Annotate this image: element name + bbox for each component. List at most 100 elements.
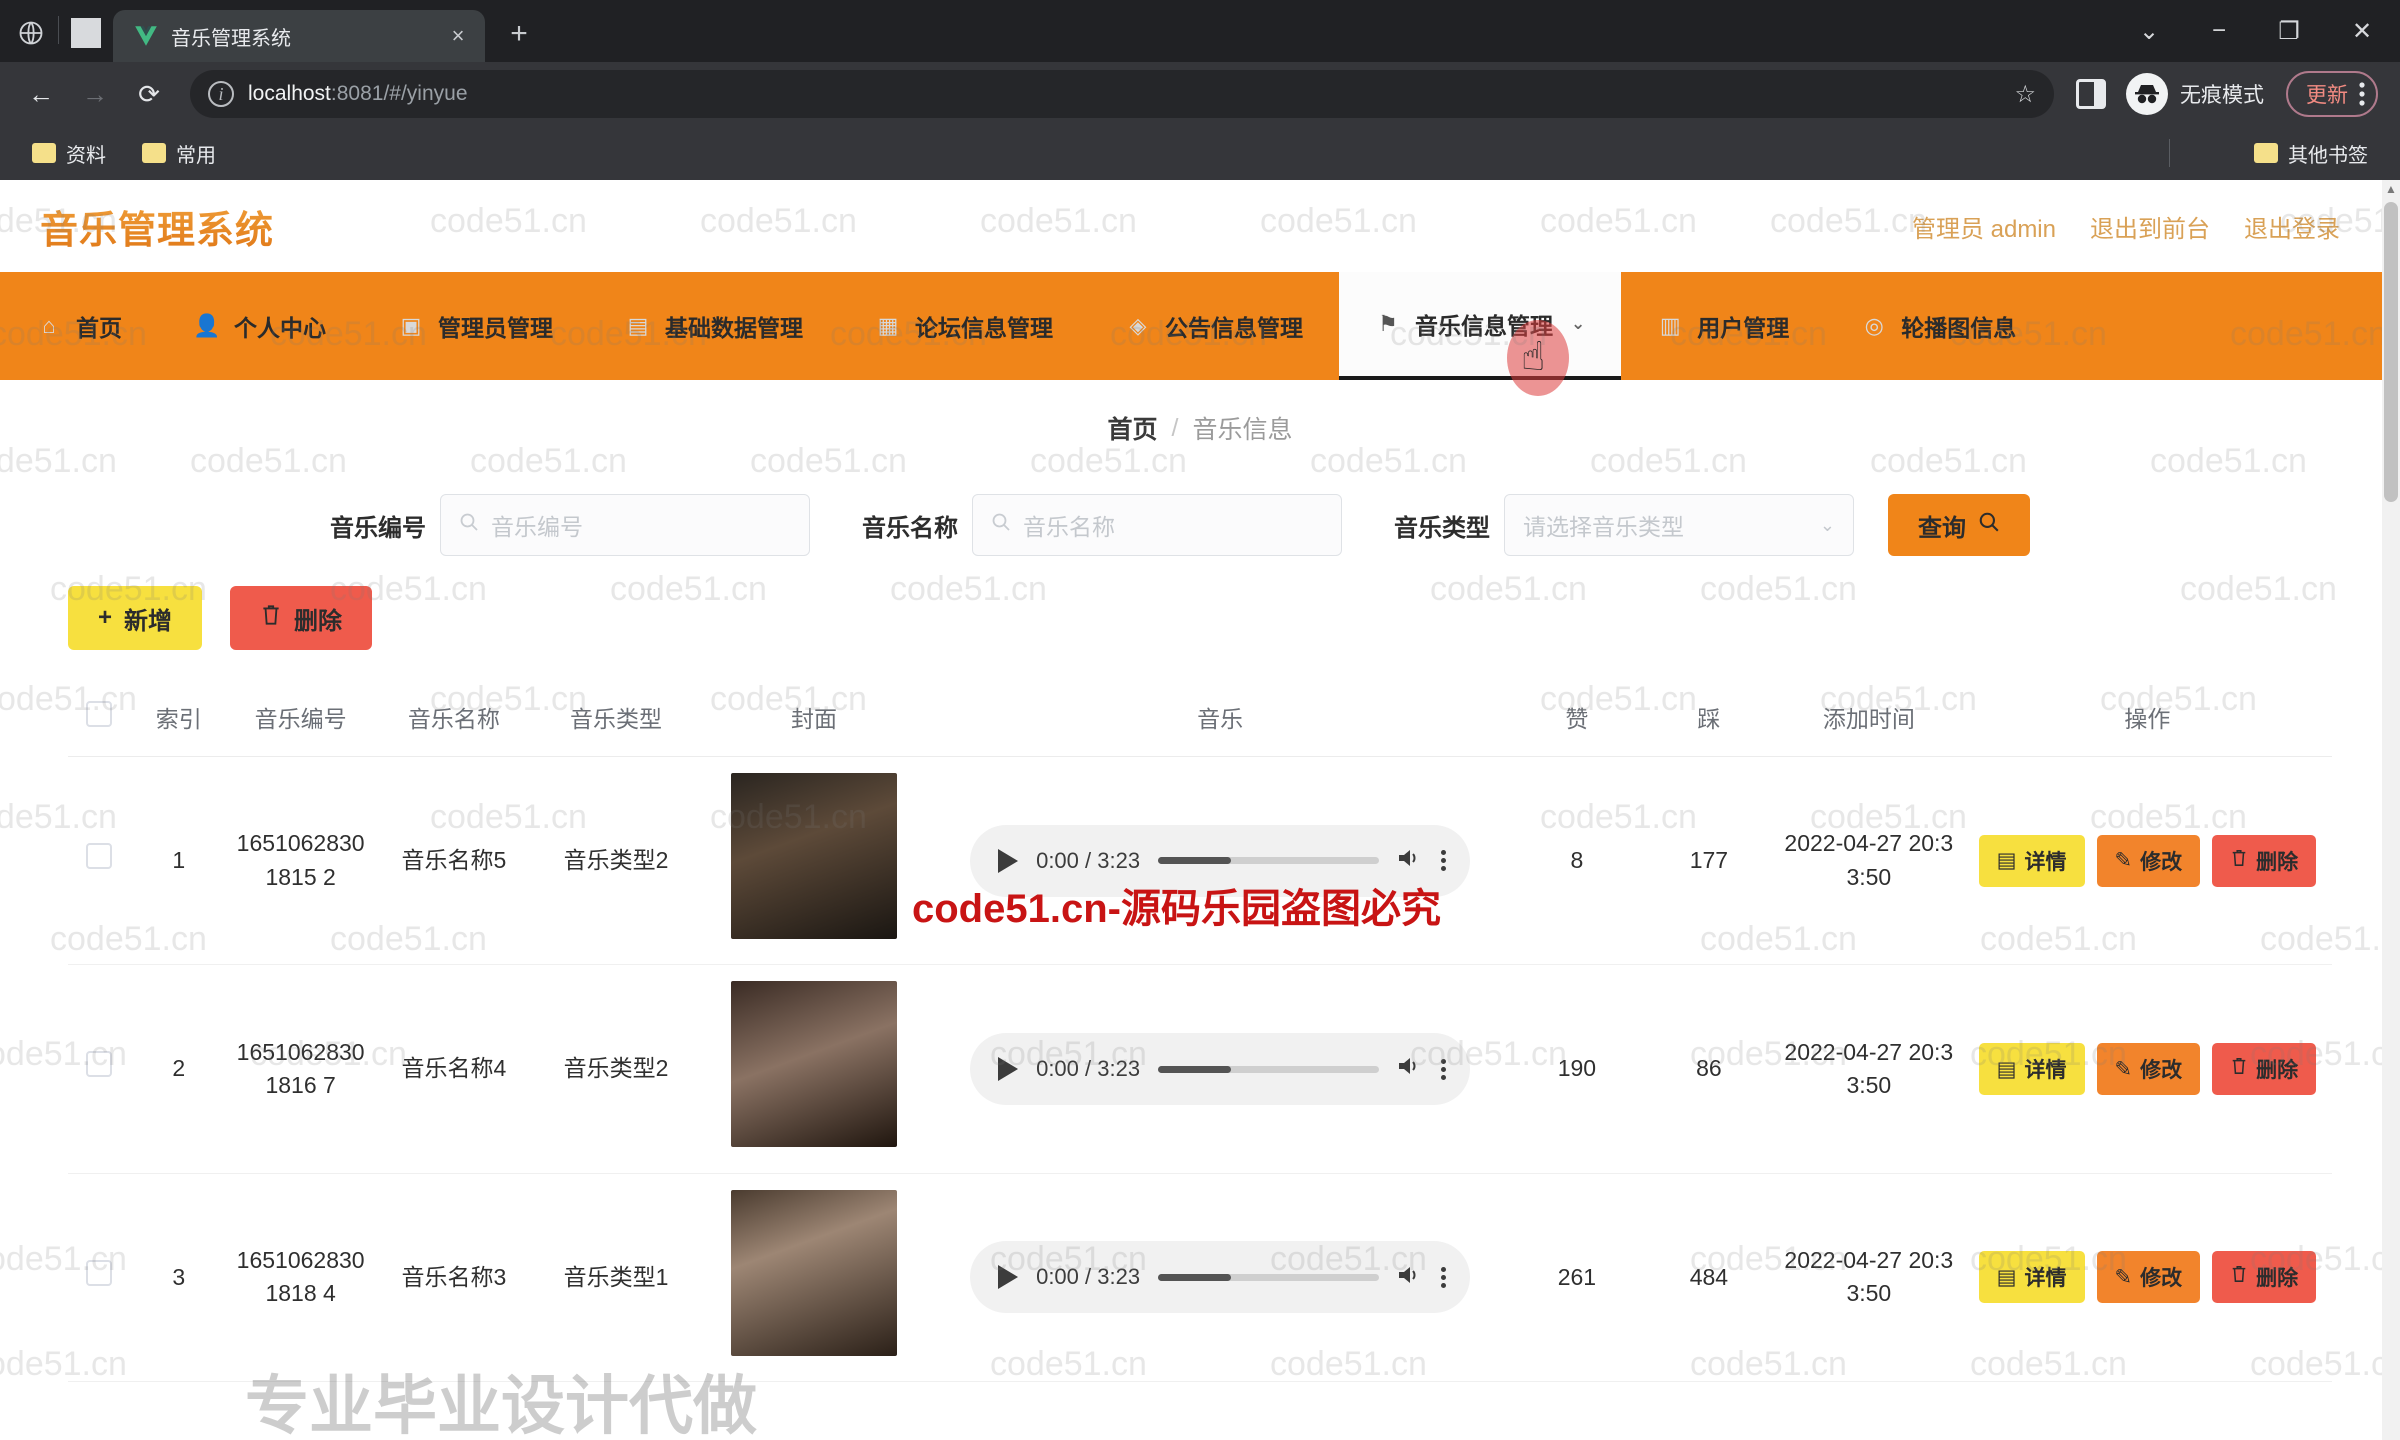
scroll-up-icon[interactable]: ▲ [2382, 180, 2400, 198]
add-button[interactable]: + 新增 [68, 586, 203, 650]
edit-button[interactable]: ✎ 修改 [2096, 1043, 2201, 1096]
nav-item-forum-management[interactable]: ▦ 论坛信息管理 [839, 272, 1089, 380]
audio-player[interactable]: 0:00 / 3:23 [970, 1241, 1471, 1314]
table-row[interactable]: 1 16510628301815 2 音乐名称5 音乐类型2 0:00 / 3:… [68, 756, 2332, 966]
bookmark-item-1[interactable]: 常用 [128, 133, 230, 174]
select-all-header[interactable] [68, 678, 131, 757]
edit-button[interactable]: ✎ 修改 [2096, 834, 2201, 887]
nav-item-music-management[interactable]: ⚑ 音乐信息管理 ⌄ ☝ [1339, 272, 1622, 396]
window-controls: ⌄ − ❐ ✕ [2114, 0, 2400, 62]
search-filter-bar: 音乐编号 音乐编号 音乐名称 音乐名称 音乐类型 请选择音乐类型 ⌄ 查询 [0, 476, 2400, 556]
edit-icon: ✎ [2114, 1057, 2133, 1081]
row-delete-button[interactable]: 删除 [2212, 834, 2317, 887]
audio-player[interactable]: 0:00 / 3:23 [970, 1033, 1471, 1106]
row-checkbox[interactable] [86, 843, 113, 869]
detail-button[interactable]: ▤ 详情 [1978, 834, 2085, 887]
address-bar[interactable]: i localhost:8081/#/yinyue ☆ [190, 70, 2054, 118]
back-icon[interactable]: ← [14, 67, 68, 121]
side-panel-icon[interactable] [2076, 79, 2106, 109]
nav-item-announcement-management[interactable]: ◈ 公告信息管理 [1089, 272, 1339, 380]
cell-cover[interactable] [698, 964, 930, 1174]
close-window-button[interactable]: ✕ [2324, 0, 2400, 62]
maximize-button[interactable]: ❐ [2254, 0, 2324, 62]
play-icon[interactable] [998, 848, 1019, 873]
nav-item-home[interactable]: ⌂ 首页 [0, 272, 158, 380]
logout-link[interactable]: 退出登录 [2244, 209, 2340, 244]
row-select-cell[interactable] [68, 756, 131, 966]
cell-player[interactable]: 0:00 / 3:23 [929, 1173, 1511, 1383]
browser-toolbar: ← → ⟳ i localhost:8081/#/yinyue ☆ 无痕模式 更… [0, 62, 2400, 126]
browser-menu-icon[interactable] [2358, 80, 2366, 108]
bell-icon: ◈ [1129, 313, 1147, 338]
page-scrollbar[interactable]: ▲ [2382, 180, 2400, 1440]
row-delete-button[interactable]: 删除 [2212, 1251, 2317, 1304]
query-button[interactable]: 查询 [1888, 494, 2030, 556]
bookmark-item-0[interactable]: 资料 [18, 133, 120, 174]
forward-icon[interactable]: → [68, 67, 122, 121]
close-icon[interactable]: × [443, 21, 473, 51]
detail-icon: ▤ [1996, 1057, 2017, 1081]
info-icon[interactable]: i [208, 81, 234, 107]
url-path: :8081/#/yinyue [330, 82, 468, 105]
table-row[interactable]: 3 16510628301818 4 音乐名称3 音乐类型1 0:00 / 3:… [68, 1173, 2332, 1383]
nav-item-user-management[interactable]: ▥ 用户管理 [1621, 272, 1825, 380]
music-id-input[interactable]: 音乐编号 [440, 494, 810, 556]
progress-slider[interactable] [1158, 857, 1380, 865]
cover-thumbnail[interactable] [731, 1189, 898, 1356]
cell-added-time: 2022-04-27 20:33:50 [1774, 964, 1963, 1174]
volume-icon[interactable] [1397, 1050, 1423, 1088]
cover-thumbnail[interactable] [731, 773, 898, 939]
new-tab-button[interactable]: + [495, 10, 543, 58]
filter-music-name: 音乐名称 音乐名称 [862, 494, 1342, 556]
delete-button[interactable]: 删除 [230, 586, 373, 650]
play-icon[interactable] [998, 1057, 1019, 1082]
tab-search-icon[interactable] [71, 18, 101, 48]
select-all-checkbox[interactable] [86, 701, 113, 727]
row-checkbox[interactable] [86, 1259, 113, 1286]
toolbar-right: 无痕模式 更新 [2068, 71, 2386, 117]
nav-item-carousel-info[interactable]: ◎ 轮播图信息 [1825, 272, 2052, 380]
breadcrumb-home[interactable]: 首页 [1108, 410, 1158, 446]
row-delete-label: 删除 [2256, 850, 2299, 874]
url-host: localhost [248, 82, 331, 105]
other-bookmarks-button[interactable]: 其他书签 [2240, 133, 2382, 174]
volume-icon[interactable] [1397, 1259, 1423, 1297]
table-row[interactable]: 2 16510628301816 7 音乐名称4 音乐类型2 0:00 / 3:… [68, 964, 2332, 1174]
tab-strip: 音乐管理系统 × + ⌄ − ❐ ✕ [0, 0, 2400, 62]
nav-item-admin-management[interactable]: ▣ 管理员管理 [362, 272, 589, 380]
cell-cover[interactable] [698, 756, 930, 966]
player-more-icon[interactable] [1441, 1266, 1447, 1288]
music-name-input[interactable]: 音乐名称 [972, 494, 1342, 556]
scrollbar-thumb[interactable] [2384, 202, 2398, 502]
detail-icon: ▤ [1996, 849, 2017, 873]
volume-icon[interactable] [1397, 842, 1423, 880]
nav-item-basic-data-management[interactable]: ▤ 基础数据管理 [589, 272, 839, 380]
progress-slider[interactable] [1158, 1273, 1380, 1281]
music-type-select[interactable]: 请选择音乐类型 ⌄ [1504, 494, 1854, 556]
edit-button[interactable]: ✎ 修改 [2096, 1251, 2201, 1304]
cell-player[interactable]: 0:00 / 3:23 [929, 964, 1511, 1174]
bookmark-star-icon[interactable]: ☆ [2014, 80, 2036, 109]
row-checkbox[interactable] [86, 1051, 113, 1078]
progress-slider[interactable] [1158, 1065, 1380, 1073]
exit-to-frontend-link[interactable]: 退出到前台 [2090, 209, 2210, 244]
update-button[interactable]: 更新 [2286, 71, 2378, 117]
player-more-icon[interactable] [1441, 1058, 1447, 1080]
row-select-cell[interactable] [68, 964, 131, 1174]
row-delete-button[interactable]: 删除 [2212, 1043, 2317, 1096]
row-select-cell[interactable] [68, 1173, 131, 1383]
cover-thumbnail[interactable] [731, 981, 898, 1148]
cell-player[interactable]: 0:00 / 3:23 [929, 756, 1511, 966]
cell-cover[interactable] [698, 1173, 930, 1383]
detail-button[interactable]: ▤ 详情 [1978, 1043, 2085, 1096]
incognito-indicator[interactable]: 无痕模式 [2126, 73, 2264, 115]
reload-icon[interactable]: ⟳ [122, 67, 176, 121]
browser-tab[interactable]: 音乐管理系统 × [113, 10, 485, 62]
nav-item-personal-center[interactable]: 👤 个人中心 [158, 272, 362, 380]
player-more-icon[interactable] [1441, 850, 1447, 872]
detail-button[interactable]: ▤ 详情 [1978, 1251, 2085, 1304]
chevron-down-icon[interactable]: ⌄ [2114, 0, 2184, 62]
play-icon[interactable] [998, 1265, 1019, 1290]
audio-player[interactable]: 0:00 / 3:23 [970, 824, 1471, 897]
minimize-button[interactable]: − [2184, 0, 2254, 62]
